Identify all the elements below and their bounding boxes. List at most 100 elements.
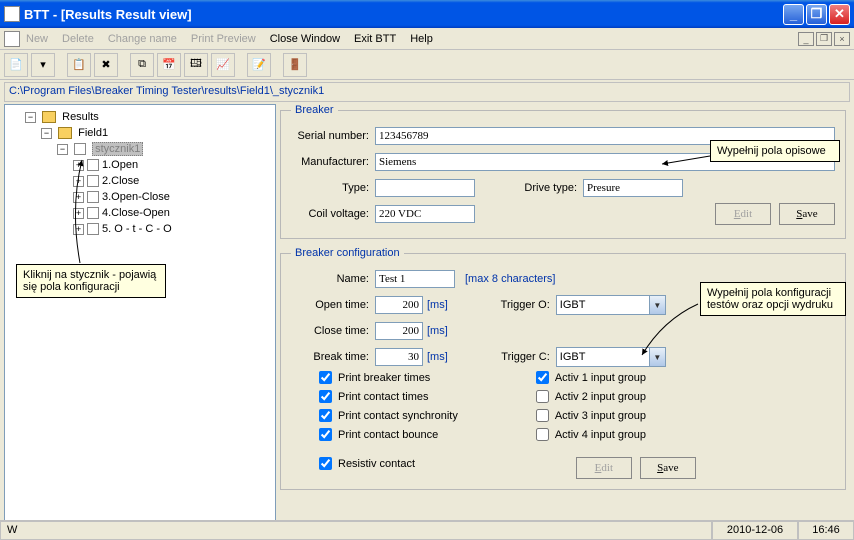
chk-activ-2[interactable]: Activ 2 input group [536,390,696,403]
maximize-button[interactable]: ❐ [806,4,827,25]
tree-item[interactable]: +2.Close [73,173,271,189]
toolbar: 📄 ▾ 📋 ✖ ⧉ 📅 🖽 📈 📝 🚪 [0,50,854,80]
toolbar-button-5[interactable]: ⧉ [130,53,154,77]
tree-label: 1.Open [102,159,138,171]
tree-root[interactable]: − Results − Field1 − styc [25,109,271,237]
mdi-close-button[interactable]: × [834,32,850,46]
config-legend: Breaker configuration [291,247,404,259]
dropdown-arrow-icon: ▼ [649,348,665,366]
name-hint: [max 8 characters] [465,273,555,285]
menu-close-window[interactable]: Close Window [270,33,340,45]
chk-activ-3[interactable]: Activ 3 input group [536,409,696,422]
test-icon [87,175,99,187]
callout-config: Wypełnij pola konfiguracji testów oraz o… [700,282,846,316]
path-bar: C:\Program Files\Breaker Timing Tester\r… [4,82,850,102]
toolbar-button-10[interactable]: 🚪 [283,53,307,77]
config-save-button[interactable]: Save [640,457,696,479]
expand-icon[interactable]: + [73,160,84,171]
chk-activ-1[interactable]: Activ 1 input group [536,371,696,384]
expand-icon[interactable]: + [73,208,84,219]
collapse-icon[interactable]: − [25,112,36,123]
ms-unit: [ms] [427,325,448,337]
test-icon [87,191,99,203]
name-input[interactable] [375,270,455,288]
tree-label: 2.Close [102,175,139,187]
tree-label: Field1 [78,127,108,139]
menu-exit[interactable]: Exit BTT [354,33,396,45]
menu-change-name[interactable]: Change name [108,33,177,45]
tree-item[interactable]: +1.Open [73,157,271,173]
tree-stycznik[interactable]: − stycznik1 +1.Open +2.Close +3.Open-Clo… [57,141,271,237]
ms-unit: [ms] [427,351,448,363]
open-time-label: Open time: [291,299,369,311]
type-label: Type: [291,182,369,194]
close-button[interactable]: ✕ [829,4,850,25]
dropdown-arrow-icon: ▼ [649,296,665,314]
folder-icon [58,127,72,139]
coil-voltage-input[interactable] [375,205,475,223]
minimize-button[interactable]: _ [783,4,804,25]
mdi-restore-button[interactable]: ❐ [816,32,832,46]
tree-label: 5. O - t - C - O [102,223,172,235]
collapse-icon[interactable]: − [41,128,52,139]
trigger-c-combo[interactable]: IGBT ▼ [556,347,666,367]
tree-field[interactable]: − Field1 − stycznik1 +1.Open [41,125,271,237]
status-time: 16:46 [798,521,854,540]
tree-item[interactable]: +5. O - t - C - O [73,221,271,237]
chk-activ-4[interactable]: Activ 4 input group [536,428,696,441]
toolbar-button-7[interactable]: 🖽 [184,53,208,77]
folder-icon [42,111,56,123]
toolbar-button-6[interactable]: 📅 [157,53,181,77]
ms-unit: [ms] [427,299,448,311]
tree-label-selected: stycznik1 [92,142,143,156]
toolbar-button-3[interactable]: 📋 [67,53,91,77]
toolbar-button-2[interactable]: ▾ [31,53,55,77]
tree-panel[interactable]: − Results − Field1 − styc [4,104,276,522]
status-date: 2010-12-06 [712,521,798,540]
toolbar-button-1[interactable]: 📄 [4,53,28,77]
open-time-input[interactable] [375,296,423,314]
breaker-legend: Breaker [291,104,338,116]
chk-resistiv-contact[interactable]: Resistiv contact [319,457,458,470]
menu-bar: New Delete Change name Print Preview Clo… [0,28,854,50]
expand-icon[interactable]: + [73,192,84,203]
menu-print-preview[interactable]: Print Preview [191,33,256,45]
tree-item[interactable]: +3.Open-Close [73,189,271,205]
node-icon [74,143,86,155]
trigger-o-label: Trigger O: [484,299,550,311]
tree-label: 3.Open-Close [102,191,170,203]
manufacturer-label: Manufacturer: [291,156,369,168]
chk-print-contact-bounce[interactable]: Print contact bounce [319,428,458,441]
chk-print-contact-times[interactable]: Print contact times [319,390,458,403]
breaker-edit-button[interactable]: Edit [715,203,771,225]
toolbar-button-8[interactable]: 📈 [211,53,235,77]
toolbar-button-4[interactable]: ✖ [94,53,118,77]
break-time-input[interactable] [375,348,423,366]
menu-new[interactable]: New [26,33,48,45]
type-input[interactable] [375,179,475,197]
test-icon [87,223,99,235]
test-icon [87,159,99,171]
tree-item[interactable]: +4.Close-Open [73,205,271,221]
close-time-input[interactable] [375,322,423,340]
menu-delete[interactable]: Delete [62,33,94,45]
chk-print-contact-synchronity[interactable]: Print contact synchronity [319,409,458,422]
drive-type-input[interactable] [583,179,683,197]
menu-help[interactable]: Help [410,33,433,45]
callout-breaker: Wypełnij pola opisowe [710,140,840,162]
break-time-label: Break time: [291,351,369,363]
trigger-o-combo[interactable]: IGBT ▼ [556,295,666,315]
breaker-save-button[interactable]: Save [779,203,835,225]
title-bar: BTT - [Results Result view] _ ❐ ✕ [0,0,854,28]
collapse-icon[interactable]: − [57,144,68,155]
config-edit-button[interactable]: Edit [576,457,632,479]
tree-label: Results [62,111,99,123]
toolbar-button-9[interactable]: 📝 [247,53,271,77]
chk-print-breaker-times[interactable]: Print breaker times [319,371,458,384]
app-icon [4,6,20,22]
mdi-minimize-button[interactable]: _ [798,32,814,46]
coil-voltage-label: Coil voltage: [291,208,369,220]
expand-icon[interactable]: + [73,176,84,187]
name-label: Name: [291,273,369,285]
expand-icon[interactable]: + [73,224,84,235]
